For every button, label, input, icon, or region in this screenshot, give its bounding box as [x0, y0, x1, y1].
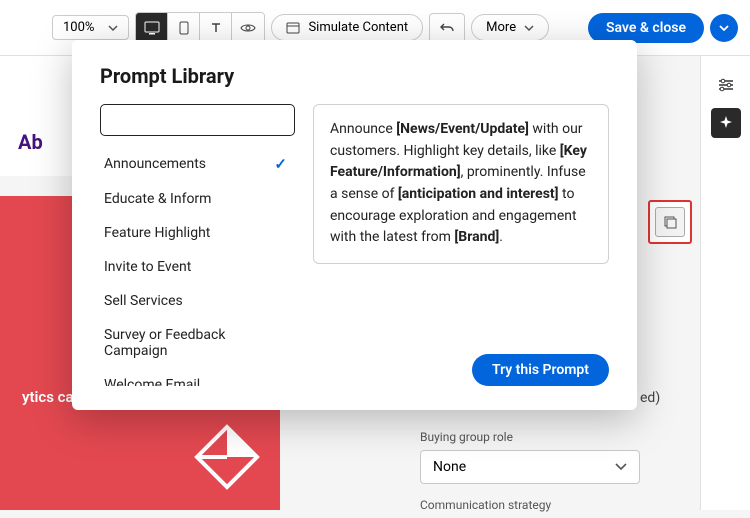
preview-text: Announce: [330, 121, 396, 137]
prompt-list-column: Announcements ✓ Educate & Inform Feature…: [100, 104, 295, 386]
prompt-library-modal: Prompt Library Announcements ✓ Educate &…: [72, 40, 637, 410]
list-item[interactable]: Welcome Email: [100, 368, 295, 386]
list-item[interactable]: Feature Highlight: [100, 216, 295, 250]
simulate-icon: [286, 21, 300, 35]
truncated-text: ed): [640, 390, 660, 406]
list-item-label: Invite to Event: [104, 259, 191, 275]
save-close-button[interactable]: Save & close: [588, 13, 704, 43]
preview-text: .: [499, 229, 503, 245]
chevron-down-icon: [108, 25, 118, 31]
email-heading-fragment: Ab: [18, 130, 43, 154]
prompt-list: Announcements ✓ Educate & Inform Feature…: [100, 146, 295, 386]
search-input[interactable]: [100, 104, 295, 136]
list-item-label: Feature Highlight: [104, 225, 210, 241]
save-close-label: Save & close: [606, 20, 686, 36]
preview-token: [News/Event/Update]: [396, 121, 529, 137]
text-view-button[interactable]: [200, 13, 232, 43]
mobile-view-button[interactable]: [168, 13, 200, 43]
mobile-icon: [179, 21, 189, 35]
list-item-label: Announcements: [104, 156, 206, 172]
list-item[interactable]: Educate & Inform: [100, 182, 295, 216]
ai-rail-button[interactable]: [711, 108, 741, 138]
eye-icon: [240, 22, 256, 34]
chevron-down-icon: [719, 25, 729, 31]
copy-button[interactable]: [655, 207, 685, 237]
undo-icon: [439, 21, 455, 35]
desktop-view-button[interactable]: [136, 13, 168, 43]
check-icon: ✓: [274, 155, 287, 173]
list-item[interactable]: Invite to Event: [100, 250, 295, 284]
simulate-content-button[interactable]: Simulate Content: [271, 14, 423, 41]
buying-group-value: None: [433, 459, 466, 475]
desktop-icon: [144, 21, 160, 35]
list-item-label: Welcome Email: [104, 377, 200, 386]
geometric-shape-icon: [192, 422, 262, 492]
preview-token: [Brand]: [454, 229, 499, 245]
list-item-label: Survey or Feedback Campaign: [104, 327, 287, 359]
try-label: Try this Prompt: [492, 362, 589, 378]
prompt-preview-column: Announce [News/Event/Update] with our cu…: [313, 104, 609, 386]
prompt-preview: Announce [News/Event/Update] with our cu…: [313, 104, 609, 264]
zoom-select[interactable]: 100%: [52, 15, 129, 40]
modal-title: Prompt Library: [100, 64, 609, 88]
toolbar-left-cluster: 100% Simulate Content More: [52, 12, 549, 44]
more-button[interactable]: More: [471, 14, 549, 41]
simulate-label: Simulate Content: [308, 20, 408, 35]
device-toggle-group: [135, 12, 265, 44]
copy-icon: [662, 214, 678, 230]
preview-button[interactable]: [232, 13, 264, 43]
sliders-icon: [717, 77, 735, 93]
buying-group-select[interactable]: None: [420, 450, 640, 484]
toolbar-right-cluster: Save & close: [588, 13, 738, 43]
properties-fields: Buying group role None Communication str…: [420, 416, 640, 518]
settings-rail-button[interactable]: [711, 70, 741, 100]
try-this-prompt-button[interactable]: Try this Prompt: [472, 354, 609, 386]
right-rail: [700, 56, 750, 510]
spark-icon: [718, 115, 734, 131]
modal-body: Announcements ✓ Educate & Inform Feature…: [100, 104, 609, 386]
preview-token: [anticipation and interest]: [398, 186, 559, 202]
chevron-down-icon: [524, 25, 534, 31]
search-field[interactable]: [115, 112, 293, 128]
list-item-label: Educate & Inform: [104, 191, 211, 207]
highlighted-copy-tool: [648, 200, 692, 244]
text-icon: [209, 21, 223, 35]
list-item-label: Sell Services: [104, 293, 183, 309]
list-item[interactable]: Announcements ✓: [100, 146, 295, 182]
list-item[interactable]: Sell Services: [100, 284, 295, 318]
more-label: More: [486, 20, 516, 35]
undo-button[interactable]: [429, 13, 465, 43]
buying-group-label: Buying group role: [420, 430, 640, 444]
list-item[interactable]: Survey or Feedback Campaign: [100, 318, 295, 368]
chevron-down-icon: [615, 463, 627, 471]
save-close-caret-button[interactable]: [710, 14, 738, 42]
zoom-value: 100%: [63, 20, 94, 35]
